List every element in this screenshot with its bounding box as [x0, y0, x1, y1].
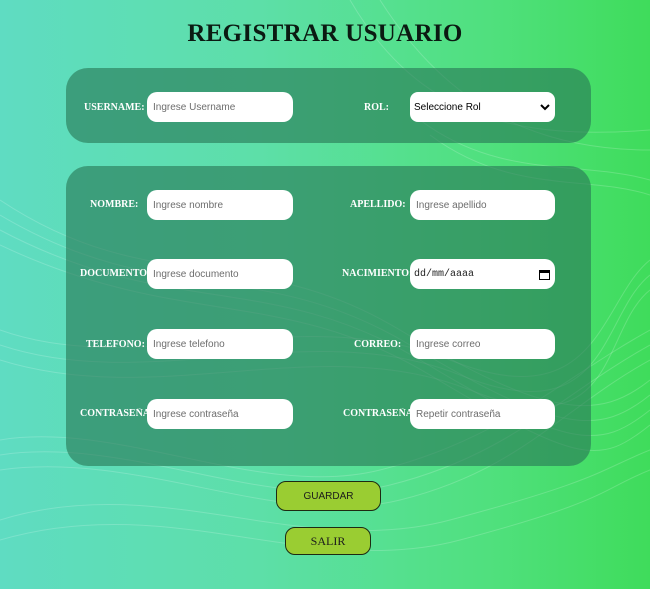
chevron-down-icon: [540, 104, 550, 111]
save-button[interactable]: GUARDAR: [276, 481, 381, 511]
contrasena-label: CONTRASEÑA:: [80, 408, 147, 419]
nombre-label: NOMBRE:: [90, 199, 139, 210]
rol-label: ROL:: [364, 102, 389, 113]
correo-input[interactable]: [410, 329, 555, 359]
calendar-icon[interactable]: [539, 269, 550, 280]
correo-label: CORREO:: [354, 339, 402, 350]
repeat-password-input[interactable]: [410, 399, 555, 429]
apellido-input[interactable]: [410, 190, 555, 220]
rol-select-value: Seleccione Rol: [414, 101, 481, 113]
telefono-label: TELEFONO:: [86, 339, 145, 350]
username-label: USERNAME:: [84, 102, 145, 113]
telefono-input[interactable]: [147, 329, 293, 359]
apellido-label: APELLIDO:: [350, 199, 406, 210]
nacimiento-label: NACIMIENTO:: [342, 268, 413, 279]
nombre-input[interactable]: [147, 190, 293, 220]
nacimiento-date-input[interactable]: dd/mm/aaaa: [410, 259, 555, 289]
password-input[interactable]: [147, 399, 293, 429]
documento-label: DOCUMENTO:: [80, 268, 151, 279]
rol-select[interactable]: Seleccione Rol: [410, 92, 555, 122]
nacimiento-date-value: dd/mm/aaaa: [414, 268, 475, 280]
repeat-contrasena-label: CONTRASEÑA:: [343, 408, 410, 419]
documento-input[interactable]: [147, 259, 293, 289]
page-title: REGISTRAR USUARIO: [187, 20, 463, 47]
username-input[interactable]: [147, 92, 293, 122]
exit-button[interactable]: SALIR: [285, 527, 371, 555]
